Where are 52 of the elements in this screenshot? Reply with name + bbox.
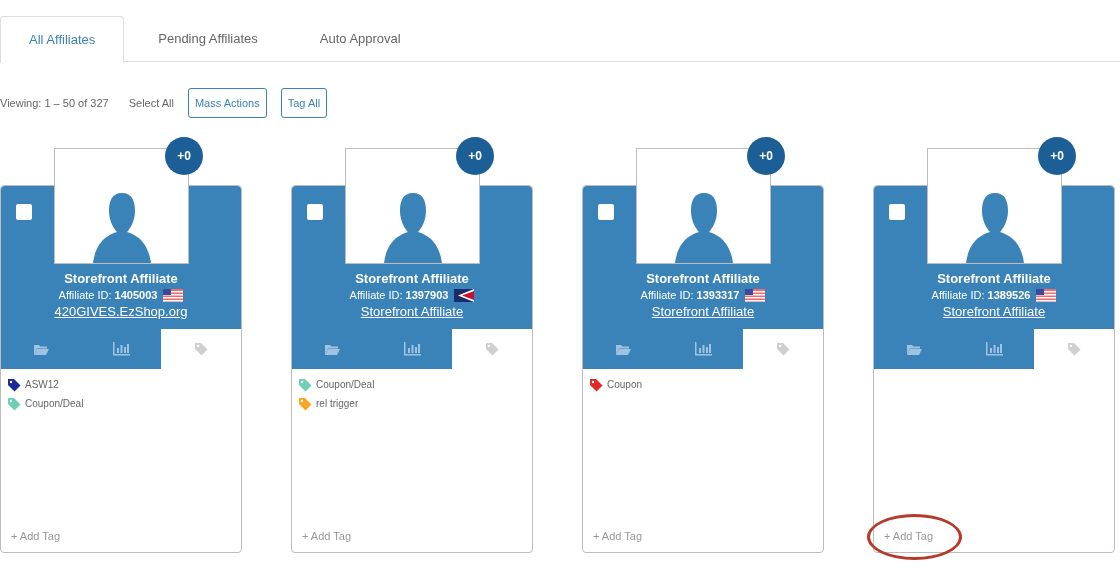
panel-tab[interactable] [452,329,532,369]
tag-icon[interactable] [485,342,499,356]
checkbox[interactable] [598,204,614,220]
count-badge: +0 [1038,137,1076,175]
checkbox[interactable] [307,204,323,220]
tag-label: Coupon [607,378,643,392]
tab[interactable]: All Affiliates [0,16,125,63]
affiliate-name: Storefront Affiliate [355,270,469,287]
panel-tab[interactable] [161,329,241,369]
tag-label: Coupon/Deal [25,397,84,411]
bar-chart-icon[interactable] [694,342,712,356]
toolbar-button[interactable]: Tag All [280,88,328,118]
add-tag-link[interactable]: + Add Tag [302,530,352,542]
select-all-button[interactable]: Select All [128,94,174,112]
panel-tab[interactable] [743,329,823,369]
folder-icon[interactable] [615,342,631,356]
tag-label: Coupon/Deal [316,378,375,392]
tab[interactable]: Auto Approval [291,16,429,62]
affiliate-link[interactable]: Storefront Affiliate [360,303,464,321]
add-tag-link[interactable]: + Add Tag [11,530,61,542]
bar-chart-icon[interactable] [985,342,1003,356]
tag-icon[interactable] [776,342,790,356]
folder-icon[interactable] [324,342,340,356]
affiliate-id: Affiliate ID: 1405003 [58,288,158,303]
tag-icon[interactable] [1067,342,1081,356]
affiliate-id: Affiliate ID: 1389526 [931,288,1031,303]
affiliate-link[interactable]: Storefront Affiliate [651,303,755,321]
folder-icon[interactable] [906,342,922,356]
viewing-count: Viewing: 1 – 50 of 327 [0,95,109,111]
folder-icon[interactable] [33,342,49,356]
add-tag-link[interactable]: + Add Tag [593,530,643,542]
count-badge: +0 [456,137,494,175]
affiliate-link[interactable]: Storefront Affiliate [942,303,1046,321]
add-tag-link[interactable]: + Add Tag [884,530,934,542]
tag-label: rel trigger [316,397,359,411]
count-badge: +0 [747,137,785,175]
panel-tab[interactable] [1034,329,1114,369]
affiliate-id: Affiliate ID: 1397903 [349,288,449,303]
toolbar-button[interactable]: Mass Actions [187,88,267,118]
bar-chart-icon[interactable] [403,342,421,356]
affiliate-name: Storefront Affiliate [646,270,760,287]
count-badge: +0 [165,137,203,175]
tag-icon[interactable] [194,342,208,356]
affiliate-name: Storefront Affiliate [937,270,1051,287]
affiliate-name: Storefront Affiliate [64,270,178,287]
affiliate-id: Affiliate ID: 1393317 [640,288,740,303]
checkbox[interactable] [889,204,905,220]
tab[interactable]: Pending Affiliates [130,16,286,62]
tag-label: ASW12 [25,378,59,392]
checkbox[interactable] [16,204,32,220]
affiliate-link[interactable]: 420GIVES.EzShop.org [54,303,188,321]
bar-chart-icon[interactable] [112,342,130,356]
